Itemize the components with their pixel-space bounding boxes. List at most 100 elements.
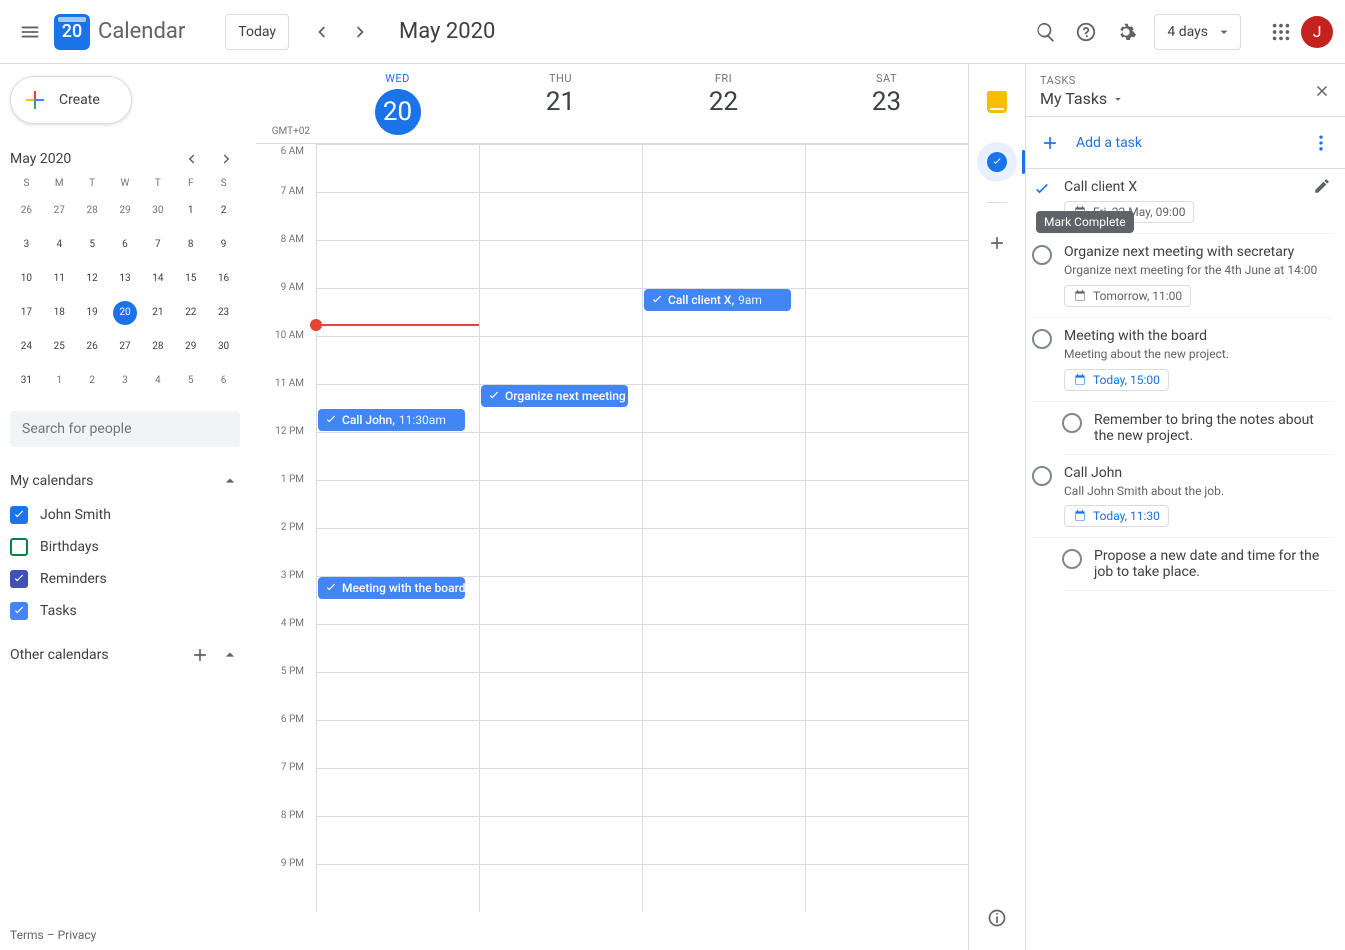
time-cell[interactable] — [479, 433, 642, 480]
mini-day[interactable]: 6 — [212, 369, 236, 393]
calendar-item[interactable]: Tasks — [10, 595, 240, 627]
settings-button[interactable] — [1106, 12, 1146, 52]
time-cell[interactable] — [642, 769, 805, 816]
calendar-item[interactable]: Birthdays — [10, 531, 240, 563]
search-people-input[interactable]: Search for people — [10, 411, 240, 447]
task-complete-button[interactable] — [1032, 180, 1052, 200]
add-addon-button[interactable] — [977, 223, 1017, 263]
time-cell[interactable] — [642, 817, 805, 864]
time-cell[interactable] — [479, 817, 642, 864]
mini-day[interactable]: 24 — [14, 335, 38, 359]
time-cell[interactable] — [479, 289, 642, 336]
mini-day[interactable]: 27 — [113, 335, 137, 359]
mini-day[interactable]: 27 — [47, 199, 71, 223]
time-cell[interactable] — [316, 241, 479, 288]
mini-day[interactable]: 14 — [146, 267, 170, 291]
day-header[interactable]: WED20 — [316, 64, 479, 143]
time-cell[interactable] — [642, 625, 805, 672]
next-period-button[interactable] — [341, 12, 381, 52]
task-item[interactable]: Call client XFri, 22 May, 09:00Mark Comp… — [1032, 169, 1331, 234]
calendar-item[interactable]: John Smith — [10, 499, 240, 531]
terms-link[interactable]: Terms — [10, 928, 44, 942]
checkbox[interactable] — [10, 538, 28, 556]
time-cell[interactable] — [316, 673, 479, 720]
mini-day[interactable]: 3 — [113, 369, 137, 393]
time-cell[interactable] — [642, 481, 805, 528]
time-cell[interactable] — [479, 769, 642, 816]
task-item[interactable]: Meeting with the boardMeeting about the … — [1032, 318, 1331, 402]
plus-icon[interactable] — [190, 645, 210, 665]
day-header[interactable]: FRI22 — [642, 64, 805, 143]
time-cell[interactable] — [642, 145, 805, 192]
calendar-event[interactable]: Call John,11:30am — [318, 409, 465, 431]
mini-day[interactable]: 5 — [179, 369, 203, 393]
time-cell[interactable] — [642, 721, 805, 768]
task-date-chip[interactable]: Today, 15:00 — [1064, 369, 1169, 391]
time-cell[interactable] — [316, 817, 479, 864]
time-cell[interactable] — [805, 865, 968, 912]
keep-button[interactable] — [977, 82, 1017, 122]
task-item[interactable]: Call JohnCall John Smith about the job.T… — [1032, 455, 1331, 539]
mini-day[interactable]: 28 — [80, 199, 104, 223]
mini-day[interactable]: 4 — [146, 369, 170, 393]
my-calendars-toggle[interactable]: My calendars — [10, 471, 240, 491]
mini-day[interactable]: 1 — [47, 369, 71, 393]
time-cell[interactable] — [479, 577, 642, 624]
calendar-event[interactable]: Call client X,9am — [644, 289, 791, 311]
calendar-event[interactable]: Organize next meeting — [481, 385, 628, 407]
task-radio[interactable] — [1032, 466, 1052, 486]
mini-day[interactable]: 15 — [179, 267, 203, 291]
mini-day[interactable]: 8 — [179, 233, 203, 257]
mini-day[interactable]: 13 — [113, 267, 137, 291]
time-cell[interactable] — [805, 625, 968, 672]
mini-prev-button[interactable] — [178, 146, 204, 172]
mini-day[interactable]: 20 — [113, 301, 137, 325]
time-cell[interactable] — [805, 769, 968, 816]
mini-day[interactable]: 3 — [14, 233, 38, 257]
mini-day[interactable]: 18 — [47, 301, 71, 325]
time-cell[interactable] — [805, 385, 968, 432]
time-cell[interactable] — [805, 193, 968, 240]
time-cell[interactable] — [805, 481, 968, 528]
time-cell[interactable] — [805, 289, 968, 336]
mini-day[interactable]: 7 — [146, 233, 170, 257]
other-calendars-toggle[interactable]: Other calendars — [10, 645, 240, 665]
time-cell[interactable] — [805, 577, 968, 624]
time-cell[interactable] — [479, 241, 642, 288]
time-cell[interactable] — [642, 865, 805, 912]
tasks-more-button[interactable] — [1311, 133, 1331, 153]
calendar-event[interactable]: Meeting with the board — [318, 577, 465, 599]
mini-day[interactable]: 1 — [179, 199, 203, 223]
time-cell[interactable] — [316, 481, 479, 528]
info-button[interactable] — [977, 898, 1017, 938]
account-avatar[interactable]: J — [1301, 16, 1333, 48]
mini-day[interactable]: 29 — [179, 335, 203, 359]
time-cell[interactable] — [642, 577, 805, 624]
mini-day[interactable]: 25 — [47, 335, 71, 359]
tasks-button[interactable] — [977, 142, 1017, 182]
privacy-link[interactable]: Privacy — [58, 928, 97, 942]
time-cell[interactable] — [805, 673, 968, 720]
time-cell[interactable] — [805, 529, 968, 576]
time-cell[interactable] — [479, 481, 642, 528]
time-cell[interactable] — [805, 241, 968, 288]
mini-day[interactable]: 21 — [146, 301, 170, 325]
mini-next-button[interactable] — [214, 146, 240, 172]
add-task-button[interactable]: Add a task — [1026, 117, 1345, 169]
time-cell[interactable] — [479, 145, 642, 192]
task-radio[interactable] — [1062, 413, 1082, 433]
mini-day[interactable]: 10 — [14, 267, 38, 291]
time-cell[interactable] — [642, 433, 805, 480]
mini-day[interactable]: 6 — [113, 233, 137, 257]
mini-day[interactable]: 26 — [14, 199, 38, 223]
time-cell[interactable] — [316, 769, 479, 816]
checkbox[interactable] — [10, 506, 28, 524]
time-cell[interactable] — [479, 865, 642, 912]
mini-day[interactable]: 11 — [47, 267, 71, 291]
mini-day[interactable]: 5 — [80, 233, 104, 257]
time-cell[interactable] — [316, 529, 479, 576]
mini-day[interactable]: 26 — [80, 335, 104, 359]
task-date-chip[interactable]: Today, 11:30 — [1064, 505, 1169, 527]
prev-period-button[interactable] — [301, 12, 341, 52]
time-cell[interactable] — [805, 145, 968, 192]
